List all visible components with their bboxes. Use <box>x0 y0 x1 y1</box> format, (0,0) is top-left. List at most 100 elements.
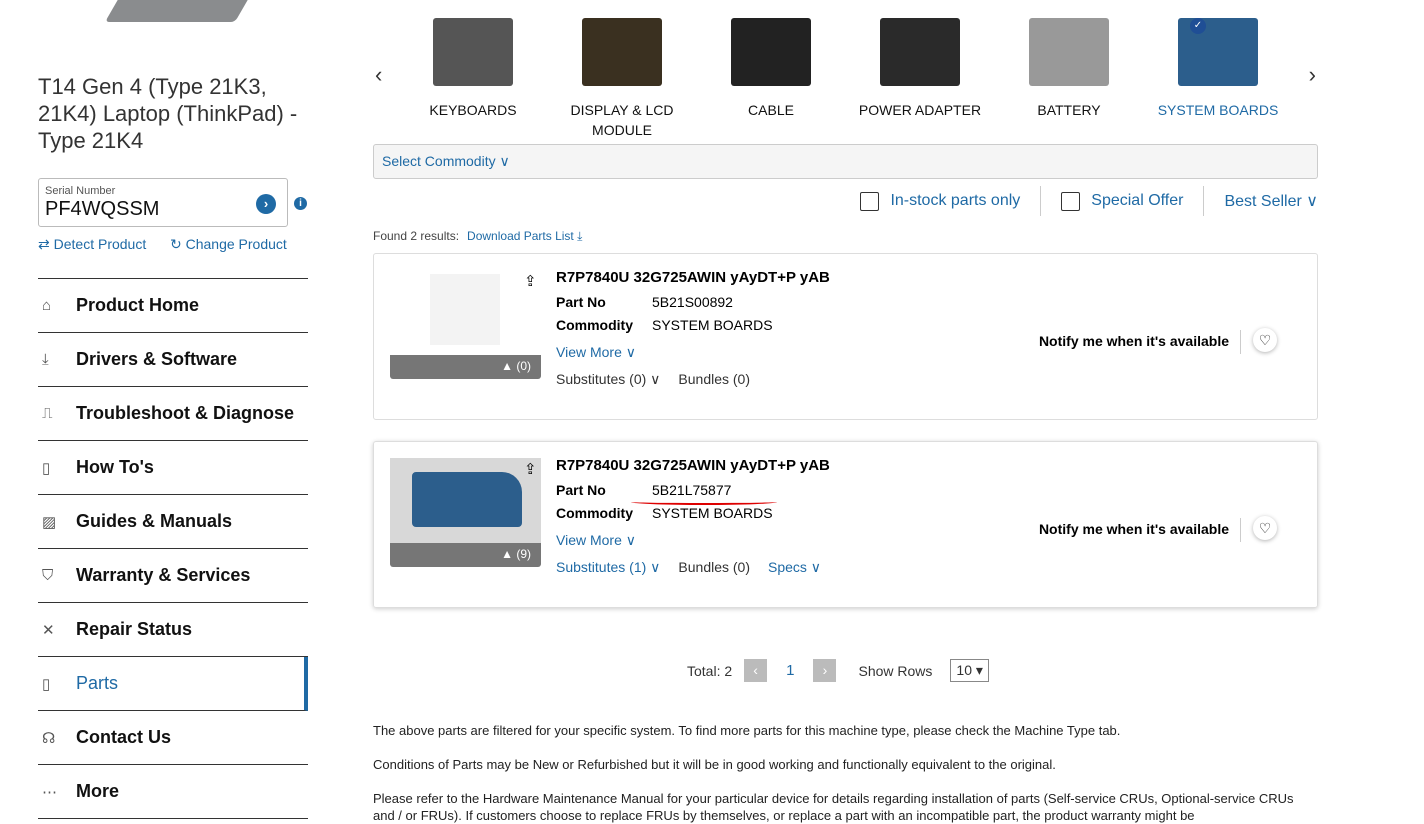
nav-icon: ▨ <box>42 513 57 531</box>
pagination: Total: 2 ‹ 1 › Show Rows 10 ▾ <box>687 659 989 682</box>
category-label: BATTERY <box>1037 102 1101 118</box>
heart-icon[interactable]: ♡ <box>1253 516 1277 540</box>
info-icon[interactable]: i <box>294 197 307 210</box>
part-thumbnail[interactable]: ▲ (9) <box>390 458 541 567</box>
note-text: Please refer to the Hardware Maintenance… <box>373 791 1294 823</box>
divider <box>1040 186 1042 216</box>
special-offer-label[interactable]: Special Offer <box>1091 192 1183 210</box>
image-count[interactable]: ▲ (0) <box>390 355 541 379</box>
sidebar-item-contact-us[interactable]: ☊ Contact Us <box>38 711 308 765</box>
sidebar-item-how-to-s[interactable]: ▯ How To's <box>38 441 308 495</box>
go-arrow-icon[interactable]: › <box>256 194 276 214</box>
bundles-link[interactable]: Bundles (0) <box>678 371 750 388</box>
product-image <box>104 0 266 22</box>
share-icon[interactable]: ⇪ <box>524 460 537 478</box>
category-image <box>582 18 662 86</box>
prev-page-button[interactable]: ‹ <box>744 659 768 682</box>
serial-number-field[interactable]: Serial Number PF4WQSSM › <box>38 178 288 227</box>
sidebar-item-guides-manuals[interactable]: ▨ Guides & Manuals <box>38 495 308 549</box>
category-image <box>880 18 960 86</box>
sidebar-item-label: Drivers & Software <box>76 349 238 369</box>
total-label: Total: 2 <box>687 662 733 679</box>
part-no-value: 5B21S00892 <box>652 294 733 310</box>
detect-icon: ⇄ <box>38 236 50 252</box>
part-image <box>390 458 541 543</box>
check-icon: ✓ <box>1190 18 1206 34</box>
sidebar-item-repair-status[interactable]: ✕ Repair Status <box>38 603 308 657</box>
category-item[interactable]: ✓ SYSTEM BOARDS <box>1148 10 1288 120</box>
part-name: R7P7840U 32G725AWIN yAyDT+P yAB <box>556 269 830 286</box>
view-more-link[interactable]: View More ∨ <box>556 344 636 361</box>
category-item[interactable]: POWER ADAPTER <box>850 10 990 120</box>
category-label: SYSTEM BOARDS <box>1157 102 1279 118</box>
category-label: CABLE <box>748 102 794 118</box>
substitutes-toggle[interactable]: Substitutes (0) ∨ <box>556 371 660 388</box>
instock-checkbox[interactable] <box>860 191 880 211</box>
substitutes-toggle[interactable]: Substitutes (1) ∨ <box>556 559 660 576</box>
commodity-value: SYSTEM BOARDS <box>652 505 773 521</box>
next-page-button[interactable]: › <box>813 659 837 682</box>
nav-icon: ⛉ <box>42 567 54 584</box>
sidebar-item-label: Troubleshoot & Diagnose <box>76 403 295 423</box>
divider <box>1240 518 1241 542</box>
sidebar-item-label: Repair Status <box>76 619 193 639</box>
bundles-link[interactable]: Bundles (0) <box>678 559 750 576</box>
serial-label: Serial Number <box>45 185 116 197</box>
sidebar-item-label: Parts <box>76 673 119 693</box>
nav-icon: ✕ <box>42 621 55 639</box>
instock-label[interactable]: In-stock parts only <box>890 192 1020 210</box>
download-parts-link[interactable]: Download Parts List ⤓ <box>467 229 582 243</box>
select-commodity-dropdown[interactable]: Select Commodity ∨ <box>373 144 1318 179</box>
category-item[interactable]: CABLE <box>701 10 841 120</box>
category-item[interactable]: KEYBOARDS <box>403 10 543 120</box>
note-text: Conditions of Parts may be New or Refurb… <box>373 757 1056 772</box>
nav-icon: ⎍ <box>42 405 53 422</box>
notify-me-link[interactable]: Notify me when it's available <box>1039 521 1229 537</box>
sidebar-nav: (function(){const d=JSON.parse(document.… <box>38 278 308 819</box>
sidebar-item-more[interactable]: ⋯ More <box>38 765 308 819</box>
specs-toggle[interactable]: Specs ∨ <box>768 559 821 576</box>
page-number[interactable]: 1 <box>786 662 794 679</box>
category-image <box>433 18 513 86</box>
detect-product-link[interactable]: ⇄ Detect Product <box>38 236 146 253</box>
results-count: Found 2 results: Download Parts List ⤓ <box>373 229 582 244</box>
sidebar-item-label: Contact Us <box>76 727 172 747</box>
category-carousel: ‹ › (function(){const d=JSON.parse(docum… <box>373 10 1318 138</box>
no-image-icon <box>430 274 500 345</box>
change-product-link[interactable]: ↻ Change Product <box>170 236 287 253</box>
sidebar-item-label: More <box>76 781 120 801</box>
part-thumbnail[interactable]: ▲ (0) <box>390 270 541 379</box>
sidebar-item-parts[interactable]: ▯ Parts <box>38 657 308 711</box>
sidebar-item-warranty-services[interactable]: ⛉ Warranty & Services <box>38 549 308 603</box>
category-item[interactable]: BATTERY <box>999 10 1139 120</box>
heart-icon[interactable]: ♡ <box>1253 328 1277 352</box>
share-icon[interactable]: ⇪ <box>524 272 537 290</box>
show-rows-label: Show Rows <box>858 662 933 679</box>
view-more-link[interactable]: View More ∨ <box>556 532 636 549</box>
nav-icon: ▯ <box>42 459 51 477</box>
carousel-next-icon[interactable]: › <box>1309 62 1316 88</box>
image-count[interactable]: ▲ (9) <box>390 543 541 567</box>
product-title: T14 Gen 4 (Type 21K3, 21K4) Laptop (Thin… <box>38 74 298 153</box>
sidebar-item-product-home[interactable]: ⌂ Product Home <box>38 279 308 333</box>
special-offer-checkbox[interactable] <box>1061 191 1081 211</box>
sidebar-item-drivers-software[interactable]: ⤓ Drivers & Software <box>38 333 308 387</box>
refresh-icon: ↻ <box>170 236 182 252</box>
sidebar-item-troubleshoot-diagnose[interactable]: ⎍ Troubleshoot & Diagnose <box>38 387 308 441</box>
notify-me-link[interactable]: Notify me when it's available <box>1039 333 1229 349</box>
sidebar-item-label: Warranty & Services <box>76 565 251 585</box>
divider <box>1240 330 1241 354</box>
part-no-label: Part No <box>556 294 606 310</box>
sidebar-item-label: Guides & Manuals <box>76 511 233 531</box>
carousel-prev-icon[interactable]: ‹ <box>375 62 382 88</box>
commodity-label: Commodity <box>556 317 633 333</box>
category-label: POWER ADAPTER <box>858 102 982 118</box>
change-label: Change Product <box>185 236 287 252</box>
sort-dropdown[interactable]: Best Seller ∨ <box>1224 191 1318 211</box>
serial-value[interactable]: PF4WQSSM <box>45 198 159 221</box>
part-name: R7P7840U 32G725AWIN yAyDT+P yAB <box>556 457 830 474</box>
rows-per-page-select[interactable]: 10 ▾ <box>950 659 989 682</box>
image-count-label: (0) <box>516 359 531 373</box>
category-item[interactable]: DISPLAY & LCD MODULE <box>552 10 692 140</box>
nav-icon: ☊ <box>42 729 56 747</box>
